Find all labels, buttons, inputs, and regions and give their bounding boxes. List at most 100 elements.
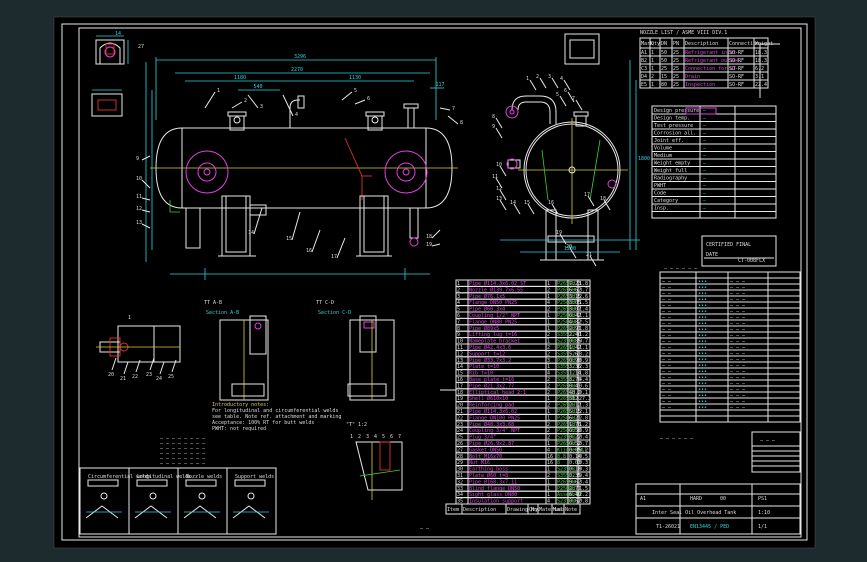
main-view-callout: 1 (217, 88, 220, 94)
main-view-callout: 5 (354, 88, 357, 94)
main-view-callout: 15 (286, 236, 292, 242)
side-view-callout: 19 (556, 230, 562, 236)
main-view-callout: 7 (452, 106, 455, 112)
nozzle-table-header: PN (673, 41, 679, 47)
nozzle-table-cell: 50 (661, 50, 667, 56)
cad-viewport: 3296 2270 1180 1130 540 117 1 2 3 4 5 6 7 8 9 10 11 12 13 1… (0, 0, 867, 562)
flange-detail-callout: 20 (108, 372, 114, 378)
nozzle-table-cell: 1 (651, 58, 654, 64)
notes-secondary-line: — — — — — — — — (160, 461, 206, 467)
flange-detail-callout: 22 (132, 374, 138, 380)
certificate-title: CERTIFIED FINAL (706, 242, 751, 248)
stamp-block-text: — — — (760, 438, 776, 444)
side-view-callout: 11 (492, 174, 498, 180)
nozzle-table-cell: 25 (673, 58, 679, 64)
lug-dim-text: 14 (115, 31, 121, 37)
nozzle-table-cell: 25 (673, 66, 679, 72)
section-cd-scale: TT C-D (316, 300, 334, 306)
dim-nozzle: 117 (435, 82, 444, 88)
title-block-code: PS1 (758, 496, 767, 502)
data-sheet-label: PWHT (654, 183, 666, 189)
side-view-callout: 12 (496, 186, 502, 192)
main-view-callout: 4 (295, 112, 298, 118)
section-ab-label: Section A-B (206, 310, 239, 316)
data-sheet-label: Corrosion all. (654, 131, 696, 137)
side-view-callout: 18 (600, 196, 606, 202)
data-sheet-label: Radiography (654, 176, 687, 182)
nozzle-table-cell: E5 (641, 82, 647, 88)
dim-overall-length: 3296 (294, 54, 306, 60)
revision-cell: ••• (698, 405, 707, 411)
certificate-date-label: DATE (706, 252, 718, 258)
nozzle-table-cell: 50 (661, 58, 667, 64)
nozzle-table-cell: 1 (651, 82, 654, 88)
main-view-callout: 8 (460, 120, 463, 126)
flange-detail-callout: 23 (146, 372, 152, 378)
parts-list-footer: Description (463, 507, 496, 513)
side-view-callout: 4 (560, 76, 563, 82)
side-view-callout: 1 (526, 76, 529, 82)
dim-top-a: 2270 (291, 67, 303, 73)
main-view-callout: 17 (331, 254, 337, 260)
weld-detail-label: Nozzle welds (186, 474, 222, 480)
title-block-drawing-number: T1-26021 (656, 524, 680, 530)
side-view-callout: 15 (524, 200, 530, 206)
side-view-callout: 14 (510, 200, 516, 206)
nozzle-table-cell: SO-RF (729, 74, 744, 80)
dim-side-height: 1800 (638, 156, 650, 162)
detail-y-label: "T" 1:2 (346, 422, 367, 428)
title-block-company: HARD (690, 496, 702, 502)
side-view-callout: 20 (566, 244, 572, 250)
main-view-callout: 11 (136, 194, 142, 200)
data-sheet-label: Insp. (654, 206, 669, 212)
nozzle-table-cell: 25 (673, 82, 679, 88)
title-block-project: EN13445 / PED (690, 524, 729, 530)
side-view-callout: 9 (492, 124, 495, 130)
side-view-callout: 7 (572, 96, 575, 102)
side-view-callout: 13 (496, 196, 502, 202)
nozzle-table-cell: Drain (685, 74, 700, 80)
nozzle-table-cell: 18.3 (755, 50, 767, 56)
nozzle-table-cell: 2 (651, 74, 654, 80)
flange-detail-callout: 24 (156, 376, 162, 382)
data-sheet-label: Joint eff. (654, 138, 684, 144)
main-view-callout: 9 (136, 156, 139, 162)
weld-detail-label: Support welds (235, 474, 274, 480)
main-view-callout: 2 (244, 98, 247, 104)
parts-list-footer: Mass (553, 507, 565, 513)
nozzle-table-header: DN (661, 41, 667, 47)
main-view-callout: 14 (248, 230, 254, 236)
nozzle-table-title: NOZZLE LIST / ASME VIII DIV.1 (640, 30, 727, 36)
data-sheet-label: Design temp. (654, 116, 690, 122)
section-cd-label: Section C-D (318, 310, 351, 316)
dim-top-c: 1130 (349, 75, 361, 81)
detail-y-callout: 3 (366, 434, 369, 440)
main-view-callout: 16 (306, 248, 312, 254)
revision-cell: — — (662, 405, 672, 411)
detail-y-callout: 4 (374, 434, 377, 440)
nozzle-table-cell: C3 (641, 66, 647, 72)
section-ab-scale: TT A-B (204, 300, 222, 306)
title-block-sheet: 1/1 (758, 524, 767, 530)
nozzle-table-cell: 1 (651, 50, 654, 56)
sheet-mark: — — (420, 526, 430, 532)
side-view-callout: 6 (564, 88, 567, 94)
data-sheet-label: Code (654, 191, 666, 197)
main-view-callout: 10 (136, 176, 142, 182)
detail-y-callout: 6 (390, 434, 393, 440)
flange-detail-callout: 21 (120, 376, 126, 382)
nozzle-table-header: Description (685, 41, 718, 47)
dim-top-d: 540 (253, 84, 262, 90)
nozzle-table-cell: D4 (641, 74, 647, 80)
nozzle-table-cell: SO-RF (729, 58, 744, 64)
parts-list-footer: Item (447, 507, 459, 513)
data-sheet-label: Test pressure (654, 123, 693, 129)
detail-y-callout: 2 (358, 434, 361, 440)
title-block-rev: 00 (720, 496, 726, 502)
dim-top-b: 1180 (234, 75, 246, 81)
detail-y-callout: 7 (398, 434, 401, 440)
nozzle-table-header: Qty (651, 41, 660, 47)
flange-detail-callout: 25 (168, 374, 174, 380)
parts-list-footer: Qty (529, 507, 538, 513)
approval-text: — — — — — — (660, 436, 694, 442)
